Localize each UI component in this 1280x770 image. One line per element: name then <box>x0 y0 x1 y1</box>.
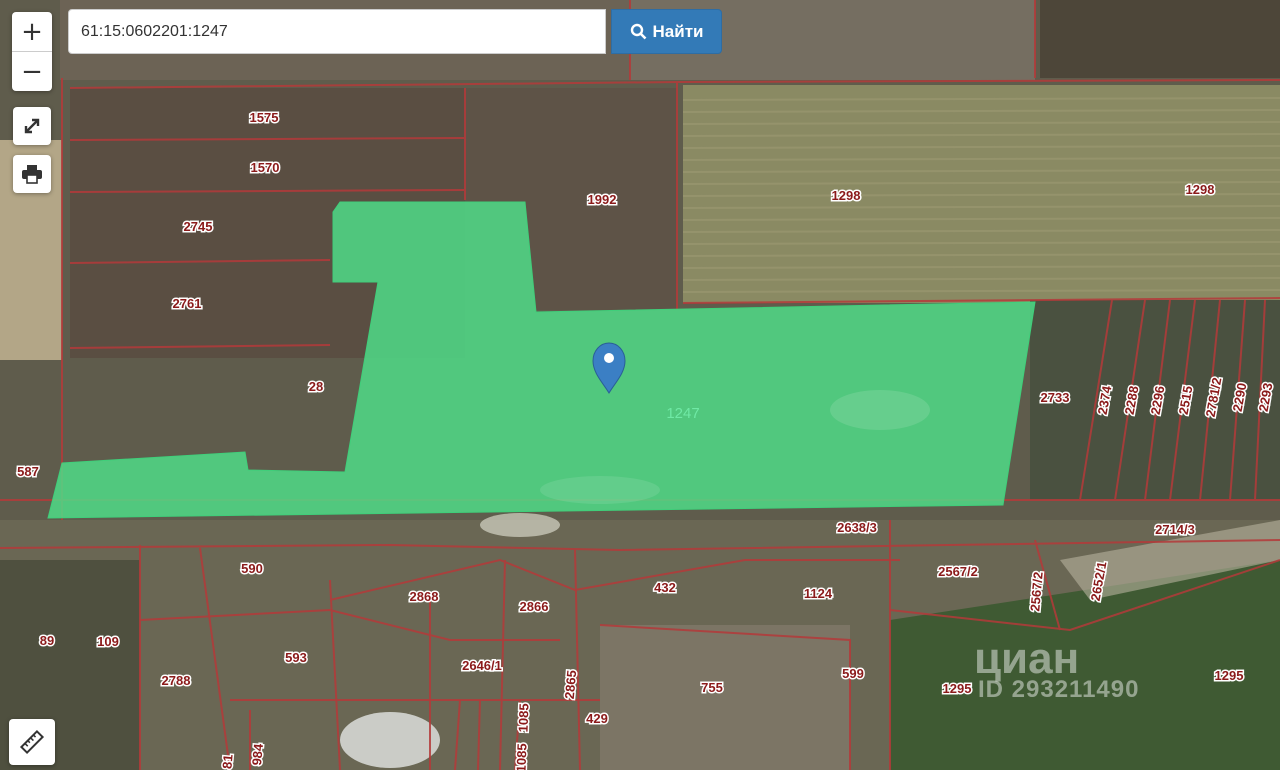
parcel-label: 2868 <box>410 589 439 604</box>
parcel-label: 1295 <box>943 681 972 696</box>
parcel-label: 2733 <box>1041 390 1070 405</box>
zoom-control: + − <box>12 12 52 91</box>
parcel-label: 2646/1 <box>462 658 502 673</box>
parcel-label: 109 <box>97 634 119 649</box>
parcel-label: 2638/3 <box>837 520 877 535</box>
parcel-label: 2788 <box>162 673 191 688</box>
parcel-label: 1298 <box>1186 182 1215 197</box>
selected-parcel-label: 1247 <box>666 405 699 422</box>
expand-icon <box>24 118 40 134</box>
parcel-label: 1570 <box>251 160 280 175</box>
fullscreen-button[interactable] <box>13 107 51 145</box>
printer-icon <box>22 165 42 184</box>
ruler-icon <box>19 729 45 755</box>
parcel-label: 1992 <box>588 192 617 207</box>
parcel-label: 1295 <box>1215 668 1244 683</box>
print-button[interactable] <box>13 155 51 193</box>
search-button-label: Найти <box>652 21 704 41</box>
parcel-label: 432 <box>654 580 676 595</box>
measure-button[interactable] <box>9 719 55 765</box>
parcel-label: 2567/2 <box>938 564 978 579</box>
parcel-label: 2865 <box>562 670 579 700</box>
parcel-label: 28 <box>309 379 323 394</box>
search-button[interactable]: Найти <box>611 9 722 54</box>
zoom-out-button[interactable]: − <box>12 51 52 91</box>
parcel-label: 1085 <box>516 703 532 732</box>
parcel-label: 2745 <box>184 219 213 234</box>
zoom-in-button[interactable]: + <box>12 12 52 51</box>
parcel-label: 590 <box>241 561 263 576</box>
parcel-label: 2761 <box>173 296 202 311</box>
parcel-label: 429 <box>586 711 608 726</box>
parcel-label: 593 <box>285 650 307 665</box>
parcel-label: 599 <box>842 666 864 681</box>
watermark-id: ID 293211490 <box>978 676 1140 703</box>
parcel-label: 81 <box>219 754 235 770</box>
parcel-label: 1124 <box>804 586 833 601</box>
parcel-label: 587 <box>17 464 39 479</box>
parcel-label: 1298 <box>832 188 861 203</box>
parcel-label: 755 <box>701 680 723 695</box>
parcel-label: 2866 <box>520 599 549 614</box>
parcel-label: 89 <box>40 633 54 648</box>
search-icon <box>630 23 646 40</box>
parcel-label: 1085 <box>514 743 530 770</box>
parcel-label: 1575 <box>250 110 279 125</box>
cadastral-search-input[interactable] <box>68 9 606 54</box>
parcel-label: 2714/3 <box>1155 522 1195 537</box>
watermark: циан ID 293211490 <box>974 634 1140 704</box>
parcel-label: 984 <box>249 742 266 766</box>
